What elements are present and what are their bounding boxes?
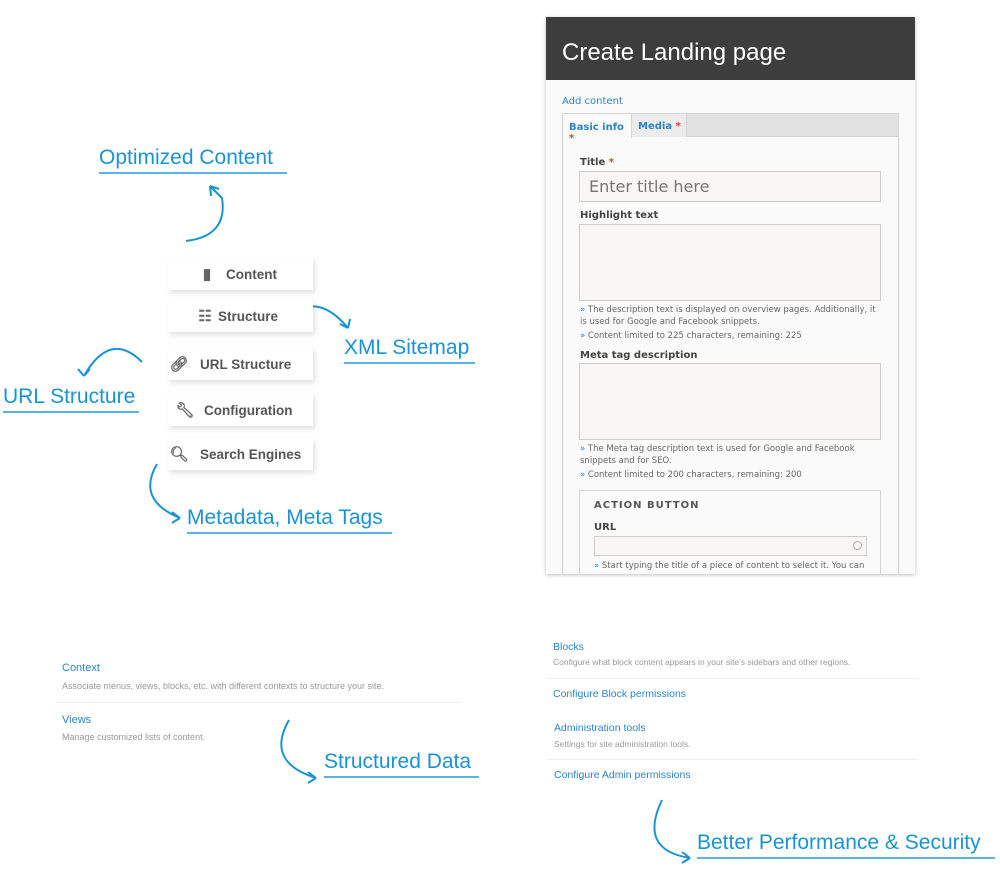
context-desc: Associate menus, views, blocks, etc. wit…: [62, 681, 384, 691]
menu-label: Search Engines: [200, 446, 302, 462]
blocks-desc: Configure what block content appears in …: [553, 657, 851, 667]
breadcrumb-add-content[interactable]: Add content: [562, 96, 623, 107]
menu-content[interactable]: ▮ Content: [168, 258, 313, 290]
arrow-optimized: [185, 185, 224, 242]
divider: [56, 702, 462, 703]
menu-search-engines[interactable]: 🔍︎ Search Engines: [168, 438, 313, 470]
divider: [547, 678, 919, 679]
menu-label: Configuration: [204, 402, 293, 418]
link-configure-admin-permissions[interactable]: Configure Admin permissions: [554, 769, 691, 781]
link-administration-tools[interactable]: Administration tools: [554, 722, 646, 734]
menu-configuration[interactable]: 🔧︎ Configuration: [168, 394, 313, 426]
callout-xml-sitemap: XML Sitemap: [344, 336, 475, 364]
link-context[interactable]: Context: [62, 662, 100, 674]
link-blocks[interactable]: Blocks: [553, 641, 584, 653]
title-input[interactable]: [579, 171, 881, 202]
callout-metadata: Metadata, Meta Tags: [187, 506, 392, 534]
url-input[interactable]: [594, 536, 867, 556]
link-configure-block-permissions[interactable]: Configure Block permissions: [553, 688, 686, 700]
highlight-limit: » Content limited to 225 characters, rem…: [580, 331, 802, 341]
arrow-url: [77, 347, 143, 377]
highlight-help: » The description text is displayed on o…: [580, 305, 876, 327]
meta-help: » The Meta tag description text is used …: [580, 444, 855, 466]
arrow-metadata: [149, 463, 181, 524]
document-icon: ▮: [202, 266, 212, 283]
callout-performance: Better Performance & Security: [697, 831, 995, 859]
highlight-textarea[interactable]: [579, 224, 881, 301]
menu-label: URL Structure: [200, 356, 292, 372]
tab-media[interactable]: Media *: [632, 114, 687, 137]
url-label: URL: [594, 522, 617, 533]
callout-structured-data: Structured Data: [324, 750, 479, 778]
title-label: Title *: [580, 157, 614, 168]
menu-label: Content: [226, 266, 277, 282]
link-views[interactable]: Views: [62, 714, 91, 726]
create-landing-page-form: Create Landing page Add content Basic in…: [546, 17, 915, 574]
link-icon: 🔗︎: [169, 356, 189, 373]
meta-label: Meta tag description: [580, 350, 698, 361]
arrow-performance: [653, 799, 691, 864]
url-help: » Start typing the title of a piece of c…: [594, 561, 865, 571]
callout-url-structure: URL Structure: [3, 385, 139, 413]
divider: [547, 759, 919, 760]
meta-limit: » Content limited to 200 characters, rem…: [580, 470, 802, 480]
sitemap-icon: ☷: [198, 308, 212, 325]
admin-tools-desc: Settings for site administration tools.: [554, 739, 691, 749]
menu-label: Structure: [218, 308, 279, 324]
search-icon: 🔍︎: [169, 446, 189, 463]
highlight-label: Highlight text: [580, 210, 659, 221]
tab-basic-info[interactable]: Basic info *: [562, 113, 632, 144]
menu-url-structure[interactable]: 🔗︎ URL Structure: [168, 348, 313, 380]
action-button-legend: ACTION BUTTON: [594, 500, 700, 511]
page-title: Create Landing page: [546, 17, 915, 80]
wrench-icon: 🔧︎: [175, 402, 195, 419]
views-desc: Manage customized lists of content.: [62, 732, 206, 742]
meta-textarea[interactable]: [579, 363, 881, 440]
menu-structure[interactable]: ☷ Structure: [168, 300, 313, 332]
arrow-structured: [280, 719, 317, 784]
autocomplete-icon: [853, 541, 862, 550]
callout-optimized-content: Optimized Content: [99, 146, 287, 174]
